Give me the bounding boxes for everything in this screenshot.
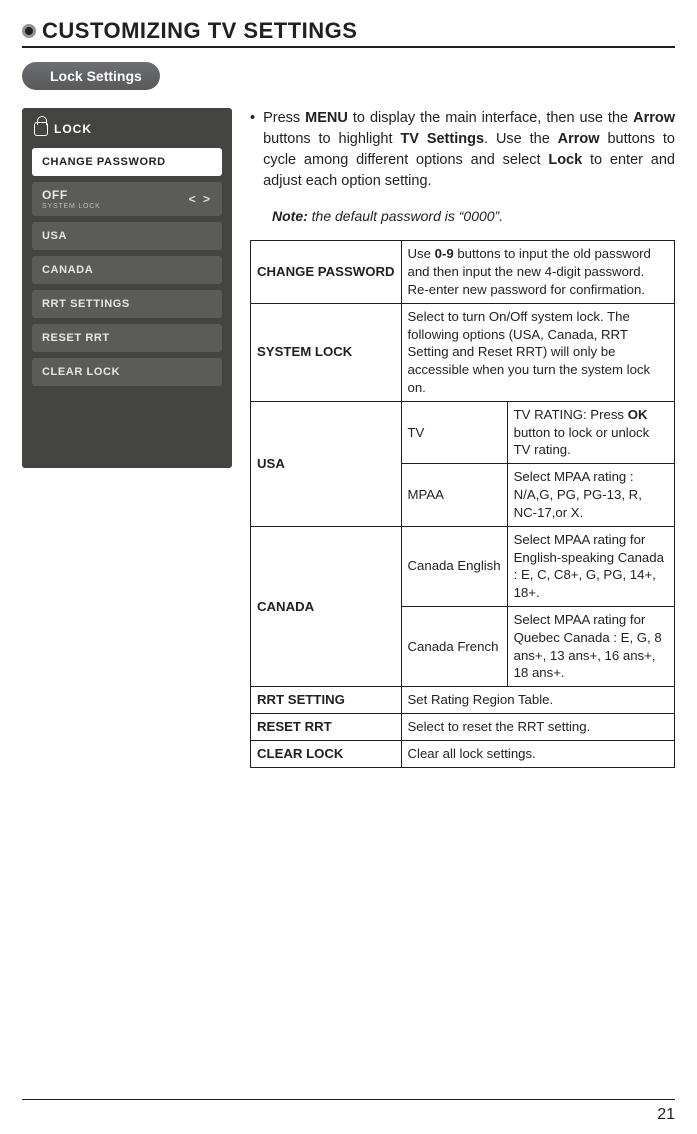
table-row: RESET RRT Select to reset the RRT settin… (251, 714, 675, 741)
row-sublabel: MPAA (401, 464, 507, 526)
note-text: the default password is “0000”. (308, 208, 503, 224)
menu-item-clear-lock: CLEAR LOCK (32, 358, 222, 386)
menu-item-sublabel: SYSTEM LOCK (42, 203, 212, 210)
menu-item-canada: CANADA (32, 256, 222, 284)
row-desc: Select MPAA rating : N/A,G, PG, PG-13, R… (507, 464, 674, 526)
row-label: RESET RRT (251, 714, 402, 741)
intro-paragraph: • Press MENU to display the main interfa… (250, 108, 675, 192)
row-sublabel: Canada French (401, 606, 507, 686)
lock-menu-illustration: LOCK CHANGE PASSWORD OFF SYSTEM LOCK < >… (22, 108, 232, 468)
menu-item-usa: USA (32, 222, 222, 250)
menu-item-rrt-settings: RRT SETTINGS (32, 290, 222, 318)
row-desc: Select to reset the RRT setting. (401, 714, 675, 741)
footer-rule (22, 1099, 675, 1100)
page-number: 21 (657, 1106, 675, 1124)
arrows-icon: < > (189, 192, 212, 206)
bullet-icon: • (250, 108, 255, 192)
table-row: SYSTEM LOCK Select to turn On/Off system… (251, 303, 675, 401)
settings-table: CHANGE PASSWORD Use 0-9 buttons to input… (250, 240, 675, 767)
page-title: CUSTOMIZING TV SETTINGS (42, 18, 357, 44)
row-desc: Select MPAA rating for English-speaking … (507, 526, 674, 606)
row-sublabel: TV (401, 401, 507, 463)
title-row: CUSTOMIZING TV SETTINGS (22, 18, 675, 48)
row-label: USA (251, 401, 402, 526)
row-desc: Select to turn On/Off system lock. The f… (401, 303, 675, 401)
subsection-pill: Lock Settings (22, 62, 160, 90)
row-desc: Clear all lock settings. (401, 740, 675, 767)
menu-header-text: LOCK (54, 122, 92, 136)
menu-item-system-lock: OFF SYSTEM LOCK < > (32, 182, 222, 216)
note-line: Note: the default password is “0000”. (272, 206, 675, 226)
row-label: CHANGE PASSWORD (251, 241, 402, 303)
row-label: CLEAR LOCK (251, 740, 402, 767)
intro-text: Press MENU to display the main interface… (263, 108, 675, 192)
row-desc: Select MPAA rating for Quebec Canada : E… (507, 606, 674, 686)
row-label: SYSTEM LOCK (251, 303, 402, 401)
row-label: CANADA (251, 526, 402, 687)
note-label: Note: (272, 208, 308, 224)
table-row: CHANGE PASSWORD Use 0-9 buttons to input… (251, 241, 675, 303)
row-desc: Set Rating Region Table. (401, 687, 675, 714)
table-row: CLEAR LOCK Clear all lock settings. (251, 740, 675, 767)
table-row: USA TV TV RATING: Press OK button to loc… (251, 401, 675, 463)
menu-item-change-password: CHANGE PASSWORD (32, 148, 222, 176)
menu-item-reset-rrt: RESET RRT (32, 324, 222, 352)
row-desc: TV RATING: Press OK button to lock or un… (507, 401, 674, 463)
lock-icon (34, 122, 48, 136)
section-dot-icon (22, 24, 36, 38)
menu-header: LOCK (32, 122, 222, 136)
row-sublabel: Canada English (401, 526, 507, 606)
table-row: RRT SETTING Set Rating Region Table. (251, 687, 675, 714)
row-label: RRT SETTING (251, 687, 402, 714)
menu-item-off-label: OFF (42, 188, 68, 202)
table-row: CANADA Canada English Select MPAA rating… (251, 526, 675, 606)
row-desc: Use 0-9 buttons to input the old passwor… (401, 241, 675, 303)
